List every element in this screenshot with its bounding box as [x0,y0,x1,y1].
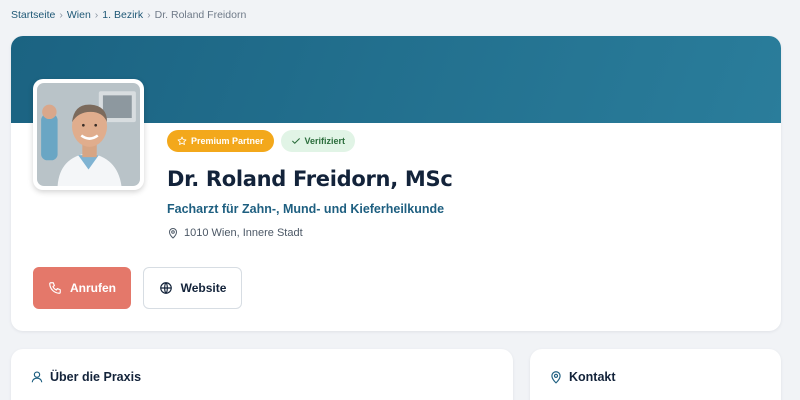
breadcrumb: Startseite › Wien › 1. Bezirk › Dr. Rola… [11,9,246,21]
contact-heading: Kontakt [549,370,616,384]
verified-badge-label: Verifiziert [304,136,346,146]
call-button-label: Anrufen [70,281,116,295]
globe-icon [159,282,172,294]
profile-badges: Premium Partner Verifiziert [167,130,356,152]
premium-badge-label: Premium Partner [191,136,264,146]
breadcrumb-link-district[interactable]: 1. Bezirk [102,9,143,21]
website-button[interactable]: Website [143,267,242,309]
breadcrumb-link-home[interactable]: Startseite [11,9,55,21]
practice-location: 1010 Wien, Innere Stadt [167,227,303,239]
about-practice-heading: Über die Praxis [30,370,141,384]
contact-title: Kontakt [569,370,616,384]
user-icon [31,371,43,383]
breadcrumb-link-vienna[interactable]: Wien [67,9,91,21]
about-practice-title: Über die Praxis [50,370,142,384]
star-icon [177,136,187,145]
profile-card: Premium Partner Verifiziert Dr. Roland F… [11,36,781,331]
doctor-name: Dr. Roland Freidorn, MSc [167,167,453,191]
map-pin-icon [168,228,178,239]
doctor-specialty: Facharzt für Zahn-, Mund- und Kieferheil… [167,202,445,216]
contact-card: Kontakt [530,349,781,400]
doctor-portrait-image [37,83,140,186]
premium-partner-badge: Premium Partner [167,130,274,152]
check-icon [291,138,300,144]
location-text: 1010 Wien, Innere Stadt [184,227,303,239]
breadcrumb-current: Dr. Roland Freidorn [154,9,247,21]
phone-icon [49,282,61,294]
map-pin-icon [551,371,561,384]
breadcrumb-separator: › [94,9,99,21]
website-button-label: Website [180,281,227,295]
verified-badge: Verifiziert [280,130,356,152]
doctor-photo [33,79,144,190]
call-button[interactable]: Anrufen [33,267,131,309]
breadcrumb-separator: › [147,9,151,21]
about-practice-card: Über die Praxis [11,349,513,400]
breadcrumb-separator: › [59,9,63,21]
